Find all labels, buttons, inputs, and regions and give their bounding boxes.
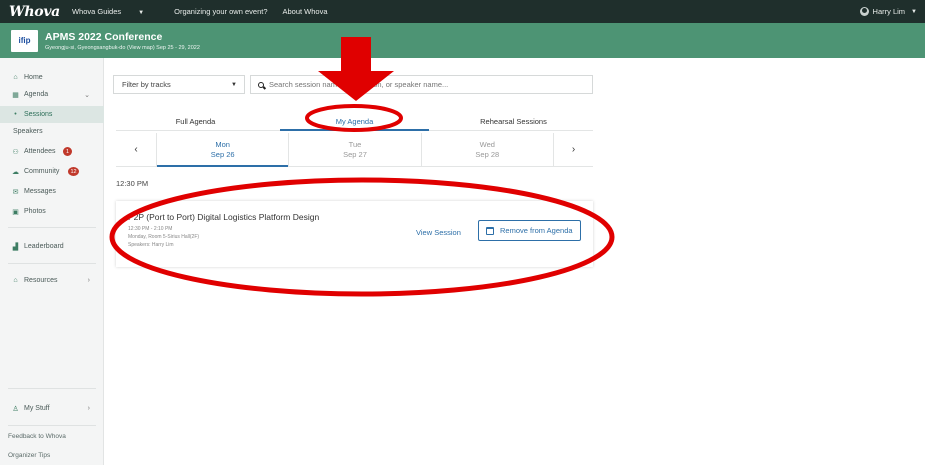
session-title[interactable]: P2P (Port to Port) Digital Logistics Pla…: [128, 212, 319, 222]
user-menu[interactable]: Harry Lim ▼: [859, 0, 917, 23]
view-session-button[interactable]: View Session: [416, 228, 461, 237]
page: Whova Whova Guides ▼ Organizing your own …: [0, 0, 925, 465]
calendar-icon: ▦: [12, 91, 19, 99]
top-navbar: Whova Whova Guides ▼ Organizing your own …: [0, 0, 925, 23]
chevron-left-icon[interactable]: ‹: [116, 133, 156, 166]
chevron-down-icon: ⌄: [84, 91, 90, 99]
sidebar-divider: [8, 263, 96, 264]
tab-full-agenda[interactable]: Full Agenda: [116, 112, 275, 130]
sidebar-item-label: Photos: [24, 208, 46, 215]
nav-about[interactable]: About Whova: [283, 7, 328, 16]
envelope-icon: ✉: [12, 188, 19, 196]
time-slot-label: 12:30 PM: [116, 179, 149, 188]
search-input[interactable]: [269, 80, 569, 89]
sidebar-item-resources[interactable]: ⌂ Resources ›: [0, 272, 104, 289]
sidebar-item-community[interactable]: ☁ Community 12: [0, 163, 104, 180]
remove-from-agenda-label: Remove from Agenda: [500, 226, 573, 235]
sidebar-item-label: Messages: [24, 188, 56, 195]
chevron-right-icon: ›: [87, 277, 90, 284]
nav-organizing[interactable]: Organizing your own event?: [174, 7, 267, 16]
sidebar-item-label: My Stuff: [24, 405, 50, 412]
organizer-tips-link[interactable]: Organizer Tips: [8, 452, 50, 459]
track-filter-select[interactable]: Filter by tracks ▼: [113, 75, 245, 94]
caret-down-icon: ▼: [231, 81, 237, 88]
day-tab-tue[interactable]: Tue Sep 27: [288, 133, 420, 166]
sidebar-item-label: Leaderboard: [24, 243, 64, 250]
sidebar-divider: [8, 227, 96, 228]
nav-whova-guides[interactable]: Whova Guides ▼: [72, 7, 159, 16]
sidebar-item-label: Home: [24, 74, 43, 81]
day-weekday: Tue: [348, 139, 362, 149]
people-icon: ⚇: [12, 148, 19, 156]
attendees-badge: 1: [63, 147, 72, 156]
session-time: 12:30 PM - 2:10 PM: [128, 226, 173, 232]
bullet-icon: •: [14, 111, 17, 118]
event-title: APMS 2022 Conference: [45, 30, 163, 43]
sidebar-item-label: Community: [24, 168, 60, 175]
caret-down-icon: ▼: [138, 10, 145, 16]
image-icon: ▣: [12, 208, 19, 216]
chat-bubbles-icon: ☁: [12, 168, 19, 176]
user-name: Harry Lim: [872, 7, 906, 16]
day-date: Sep 27: [343, 149, 367, 159]
day-tab-mon[interactable]: Mon Sep 26: [156, 133, 289, 167]
session-speakers: Speakers: Harry Lim: [128, 242, 174, 248]
whova-logo[interactable]: Whova: [9, 4, 60, 20]
day-selector: ‹ Mon Sep 26 Tue Sep 27 Wed Sep 28 ›: [116, 133, 593, 167]
sidebar-divider: [8, 425, 96, 426]
search-icon: [258, 81, 264, 88]
user-avatar-icon: [859, 7, 869, 16]
leaderboard-icon: ▟: [12, 243, 19, 251]
track-filter-label: Filter by tracks: [122, 80, 171, 89]
community-badge: 12: [68, 167, 79, 176]
session-card[interactable]: P2P (Port to Port) Digital Logistics Pla…: [116, 201, 593, 267]
sidebar-item-label: Speakers: [13, 128, 43, 135]
sidebar-item-label: Attendees: [24, 148, 56, 155]
tab-rehearsal-sessions[interactable]: Rehearsal Sessions: [434, 112, 593, 130]
home-icon: ⌂: [13, 74, 18, 81]
day-weekday: Mon: [215, 139, 230, 149]
caret-down-icon: ▼: [911, 8, 917, 15]
session-location: Monday, Room 5-Sirius Hall(2F): [128, 234, 200, 240]
sidebar-item-home[interactable]: ⌂ Home: [0, 69, 104, 86]
day-weekday: Wed: [479, 139, 495, 149]
calendar-icon: [486, 226, 494, 235]
nav-whova-guides-label: Whova Guides: [71, 7, 122, 16]
sidebar-item-messages[interactable]: ✉ Messages: [0, 183, 104, 200]
agenda-tabs: Full Agenda My Agenda Rehearsal Sessions: [116, 112, 593, 131]
sidebar-item-sessions[interactable]: • Sessions: [0, 106, 104, 123]
building-icon: ⌂: [13, 277, 18, 284]
sidebar-item-label: Agenda: [24, 91, 49, 98]
tab-my-agenda[interactable]: My Agenda: [275, 112, 434, 131]
sidebar: ⌂ Home ▦ Agenda ⌄ • Sessions Speakers ⚇ Atte…: [0, 58, 104, 465]
sidebar-item-attendees[interactable]: ⚇ Attendees 1: [0, 143, 104, 160]
sidebar-item-label: Resources: [24, 277, 58, 284]
remove-from-agenda-button[interactable]: Remove from Agenda: [478, 220, 581, 241]
chevron-right-icon: ›: [87, 405, 90, 412]
sidebar-divider: [8, 388, 96, 389]
event-banner: ifip APMS 2022 Conference Gyeongju-si, G…: [0, 23, 925, 58]
event-subtitle: Gyeongju-si, Gyeongsangbuk-do (View map)…: [45, 44, 200, 51]
day-date: Sep 28: [475, 149, 500, 159]
sidebar-item-photos[interactable]: ▣ Photos: [0, 203, 104, 220]
sidebar-item-label: Sessions: [24, 111, 53, 118]
chevron-right-icon[interactable]: ›: [552, 133, 593, 166]
event-info: APMS 2022 Conference Gyeongju-si, Gyeong…: [45, 31, 200, 51]
event-logo: ifip: [11, 29, 38, 52]
search-box[interactable]: [250, 75, 593, 94]
person-icon: ♙: [12, 405, 19, 413]
sidebar-item-leaderboard[interactable]: ▟ Leaderboard: [0, 238, 104, 255]
sidebar-item-my-stuff[interactable]: ♙ My Stuff ›: [0, 400, 104, 417]
day-tab-wed[interactable]: Wed Sep 28: [420, 133, 553, 166]
day-date: Sep 26: [210, 149, 235, 159]
top-nav: Whova Guides ▼ Organizing your own event?…: [72, 7, 343, 16]
feedback-link[interactable]: Feedback to Whova: [8, 433, 66, 440]
sidebar-item-agenda[interactable]: ▦ Agenda ⌄: [0, 86, 104, 103]
sidebar-item-speakers[interactable]: Speakers: [0, 123, 104, 140]
